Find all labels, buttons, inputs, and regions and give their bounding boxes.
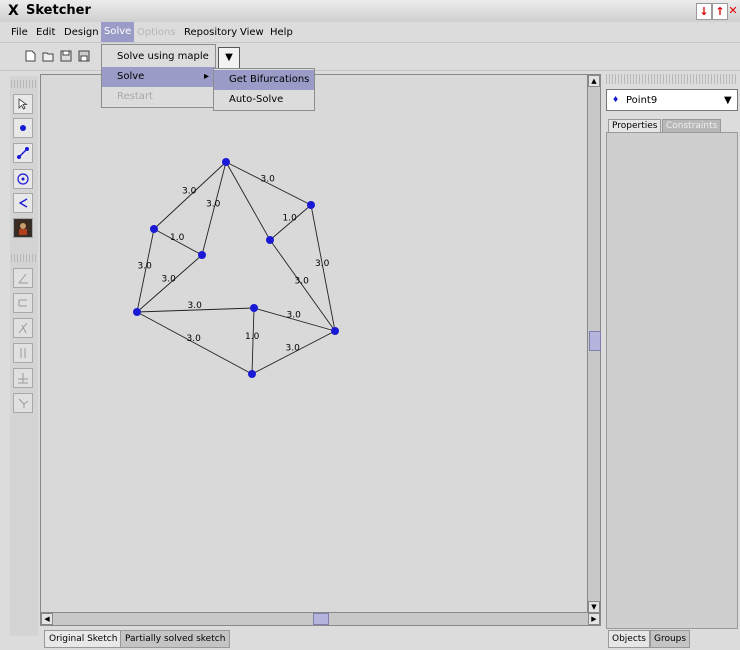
palette-grip[interactable] xyxy=(11,80,37,88)
arc-tool-icon[interactable] xyxy=(13,193,33,213)
horizontal-scrollbar[interactable]: ◀ ▶ xyxy=(40,612,601,626)
tab-objects[interactable]: Objects xyxy=(608,630,651,648)
circle-tool-icon[interactable] xyxy=(13,169,33,189)
open-folder-icon[interactable] xyxy=(42,50,54,62)
menu-design[interactable]: Design xyxy=(64,27,99,38)
menu-item-get-bifurcations[interactable]: Get Bifurcations xyxy=(214,70,314,90)
point-icon: ♦ xyxy=(612,95,620,104)
sketch-point[interactable] xyxy=(198,251,206,259)
horizontal-scroll-thumb[interactable] xyxy=(313,613,329,625)
sketch-point[interactable] xyxy=(250,304,258,312)
solve-submenu: Get Bifurcations Auto-Solve xyxy=(213,68,315,111)
sketch-point[interactable] xyxy=(266,236,274,244)
menu-solve[interactable]: Solve xyxy=(101,22,135,42)
edge-length-label: 1.0 xyxy=(170,233,185,243)
selected-object-label: Point9 xyxy=(626,95,658,106)
palette-grip-2[interactable] xyxy=(11,254,37,262)
close-button[interactable]: ✕ xyxy=(728,3,738,18)
menu-item-solve-label: Solve xyxy=(117,71,145,82)
edge-length-label: 3.0 xyxy=(138,262,153,272)
edge-length-label: 3.0 xyxy=(162,275,177,285)
edge-length-label: 3.0 xyxy=(206,200,221,210)
window-title: Sketcher xyxy=(26,3,91,18)
new-file-icon[interactable] xyxy=(24,50,36,62)
edge-length-label: 3.0 xyxy=(182,187,197,197)
parallel-constraint-icon[interactable] xyxy=(13,343,33,363)
chevron-down-icon[interactable]: ▼ xyxy=(724,95,732,106)
scroll-right-arrow[interactable]: ▶ xyxy=(588,613,600,625)
tab-groups[interactable]: Groups xyxy=(650,630,691,648)
scroll-up-arrow[interactable]: ▲ xyxy=(588,75,600,87)
edge-length-label: 3.0 xyxy=(188,301,203,311)
menu-item-auto-solve[interactable]: Auto-Solve xyxy=(214,90,314,110)
solve-menu-dropdown: Solve using maple Solve ▸ Restart xyxy=(101,44,216,108)
sketch-point[interactable] xyxy=(222,158,230,166)
maximize-button[interactable]: ↑ xyxy=(712,3,728,20)
submenu-arrow-icon: ▸ xyxy=(203,71,209,82)
title-bar xyxy=(0,0,740,23)
edge-length-label: 3.0 xyxy=(187,334,202,344)
menu-edit[interactable]: Edit xyxy=(36,27,55,38)
sketch-point[interactable] xyxy=(307,201,315,209)
save-as-icon[interactable] xyxy=(78,50,90,62)
edge-length-label: 3.0 xyxy=(315,259,330,269)
image-tool-icon[interactable] xyxy=(13,218,33,238)
line-tool-icon[interactable] xyxy=(13,143,33,163)
vertical-scroll-thumb[interactable] xyxy=(589,331,601,351)
point-tool-icon[interactable] xyxy=(13,118,33,138)
edge-length-label: 3.0 xyxy=(295,277,310,287)
sketch-canvas[interactable]: 3.0 3.0 3.0 1.0 3.0 3.0 1.0 3.0 3.0 3.0 3.0 3.0 1.0 3… xyxy=(40,74,589,614)
sketch-drawing[interactable]: 3.0 3.0 3.0 1.0 3.0 3.0 1.0 3.0 3.0 3.0 3.0 3.0 1.0 3… xyxy=(41,75,588,613)
menu-view[interactable]: View xyxy=(240,27,264,38)
select-arrow-icon[interactable] xyxy=(13,94,33,114)
vertical-scrollbar[interactable]: ▲ ▼ xyxy=(587,74,601,614)
edge-length-label: 1.0 xyxy=(283,214,298,224)
angle-constraint-icon[interactable] xyxy=(13,268,33,288)
sketch-point[interactable] xyxy=(248,370,256,378)
edge-length-label: 3.0 xyxy=(287,311,302,321)
menu-file[interactable]: File xyxy=(11,27,28,38)
edge-length-label: 1.0 xyxy=(245,332,260,342)
save-icon[interactable] xyxy=(60,50,72,62)
menu-item-solve[interactable]: Solve ▸ xyxy=(102,67,215,87)
panel-grip[interactable] xyxy=(606,74,738,84)
sketch-point[interactable] xyxy=(331,327,339,335)
scroll-left-arrow[interactable]: ◀ xyxy=(41,613,53,625)
perpendicular-constraint-icon[interactable] xyxy=(13,368,33,388)
incidence-constraint-icon[interactable] xyxy=(13,318,33,338)
menu-options[interactable]: Options xyxy=(137,27,176,38)
distance-constraint-icon[interactable] xyxy=(13,293,33,313)
tangent-constraint-icon[interactable] xyxy=(13,393,33,413)
edge-length-label: 3.0 xyxy=(261,175,276,185)
edge-length-label: 3.0 xyxy=(286,344,301,354)
menu-repository[interactable]: Repository xyxy=(184,27,237,38)
combo-dropdown-arrow[interactable]: ▼ xyxy=(218,47,240,69)
menu-item-solve-using-maple[interactable]: Solve using maple xyxy=(102,47,215,67)
menu-item-restart[interactable]: Restart xyxy=(102,87,215,107)
sketch-point[interactable] xyxy=(150,225,158,233)
tab-partially-solved-sketch[interactable]: Partially solved sketch xyxy=(120,630,231,648)
tab-original-sketch[interactable]: Original Sketch xyxy=(44,630,123,648)
sketch-point[interactable] xyxy=(133,308,141,316)
app-icon: X xyxy=(8,3,19,19)
properties-panel xyxy=(606,132,738,629)
menu-help[interactable]: Help xyxy=(270,27,293,38)
minimize-button[interactable]: ↓ xyxy=(696,3,712,20)
